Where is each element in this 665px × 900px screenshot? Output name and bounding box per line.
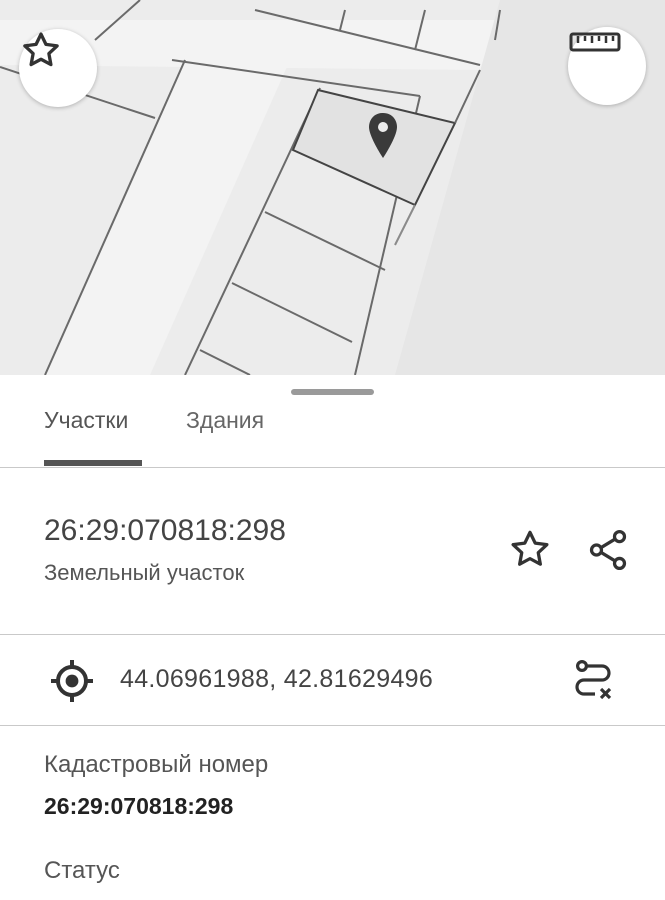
status-label: Статус (44, 857, 120, 884)
cadastral-number-value: 26:29:070818:298 (44, 793, 234, 819)
cadastral-map (0, 0, 665, 375)
star-outline-icon (23, 32, 59, 67)
ruler-button[interactable] (568, 27, 646, 105)
parcel-type: Земельный участок (44, 560, 245, 585)
map-favorite-button[interactable] (19, 29, 97, 107)
bottom-sheet: Участки Здания 26:29:070818:298 Земельны… (0, 375, 665, 900)
share-button[interactable] (583, 525, 633, 575)
map-view[interactable] (0, 0, 665, 375)
target-icon (51, 660, 93, 702)
star-outline-icon (511, 530, 549, 566)
coordinates-row[interactable]: 44.06961988, 42.81629496 (0, 635, 665, 726)
active-tab-indicator (44, 460, 142, 466)
add-favorite-button[interactable] (505, 525, 555, 575)
route-button[interactable] (568, 655, 618, 705)
cadastral-details: Кадастровый номер 26:29:070818:298 (44, 751, 268, 820)
tab-bar: Участки Здания (0, 375, 665, 468)
coordinates-text: 44.06961988, 42.81629496 (120, 665, 434, 693)
parcel-cadastral-number: 26:29:070818:298 (44, 514, 286, 547)
share-icon (589, 529, 627, 571)
tab-buildings[interactable]: Здания (186, 407, 264, 434)
route-clear-icon (575, 659, 612, 700)
cadastral-number-label: Кадастровый номер (44, 751, 269, 778)
ruler-icon (569, 32, 621, 52)
tab-parcels[interactable]: Участки (44, 407, 128, 434)
parcel-summary: 26:29:070818:298 Земельный участок (0, 468, 665, 635)
